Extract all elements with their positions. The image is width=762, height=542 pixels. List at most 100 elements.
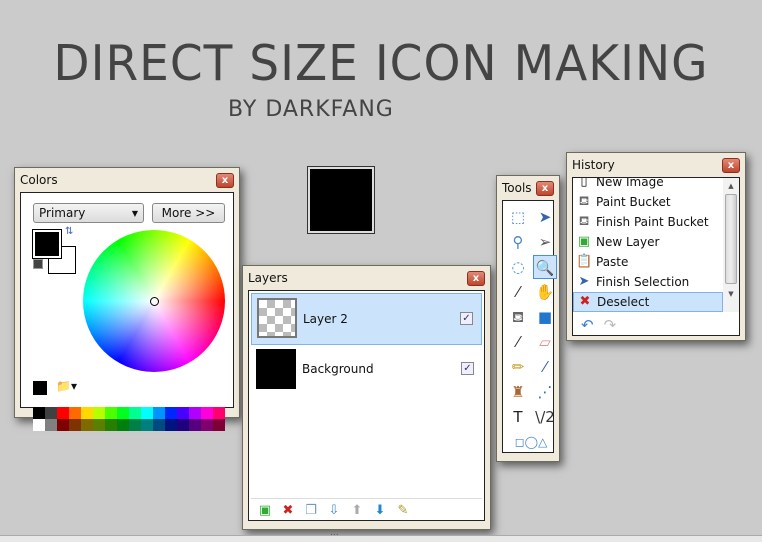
reset-colors-icon[interactable] — [33, 259, 43, 269]
palette-swatch[interactable] — [93, 419, 105, 431]
primary-color-swatch[interactable] — [32, 229, 62, 259]
palette-swatch[interactable] — [177, 407, 189, 419]
palette-swatch[interactable] — [129, 407, 141, 419]
palette-swatch[interactable] — [201, 407, 213, 419]
history-item-selected[interactable]: ✖ Deselect — [573, 292, 723, 312]
color-wheel-cursor[interactable] — [150, 297, 159, 306]
palette-swatch[interactable] — [45, 407, 57, 419]
layer-row[interactable]: Background ✓ — [251, 347, 482, 399]
palette-swatch[interactable] — [69, 407, 81, 419]
more-button[interactable]: More >> — [152, 203, 225, 223]
palette-swatch[interactable] — [189, 419, 201, 431]
resize-grip[interactable]: ... — [330, 528, 339, 538]
duplicate-layer-icon[interactable]: ❐ — [303, 503, 319, 519]
eraser-tool-icon[interactable]: ▱ — [533, 330, 557, 354]
palette-swatch[interactable] — [81, 407, 93, 419]
paint-bucket-tool-icon[interactable]: ⛾ — [506, 305, 530, 329]
palette-swatch[interactable] — [105, 407, 117, 419]
add-layer-icon[interactable]: ▣ — [257, 503, 273, 519]
close-icon[interactable]: x — [722, 157, 740, 173]
recolor-tool-icon[interactable]: ⋰ — [533, 380, 557, 404]
palette-menu-icon[interactable]: 📁▾ — [56, 379, 77, 393]
palette-swatch[interactable] — [57, 419, 69, 431]
palette-swatch[interactable] — [33, 407, 45, 419]
palette-swatch[interactable] — [213, 407, 225, 419]
lasso-select-tool-icon[interactable]: ⚲ — [506, 230, 530, 254]
history-item[interactable]: ▣ New Layer — [573, 232, 723, 252]
image-canvas[interactable] — [308, 167, 374, 233]
palette-swatch[interactable] — [153, 407, 165, 419]
history-item[interactable]: ▯ New Image — [573, 178, 723, 192]
palette-swatch[interactable] — [45, 419, 57, 431]
palette-swatch[interactable] — [93, 407, 105, 419]
ellipse-select-tool-icon[interactable]: ◌ — [506, 255, 530, 279]
swap-colors-icon[interactable]: ⇅ — [65, 226, 73, 237]
pencil-tool-icon[interactable]: ✏ — [506, 355, 530, 379]
line-curve-tool-icon[interactable]: \/2 — [533, 405, 557, 429]
move-selection-tool-icon[interactable]: ➤ — [533, 205, 557, 229]
paintbrush-tool-icon[interactable]: ⁄ — [506, 330, 530, 354]
palette-swatch[interactable] — [69, 419, 81, 431]
scroll-thumb[interactable] — [725, 194, 737, 284]
history-title: History — [572, 158, 615, 172]
move-selected-tool-icon[interactable]: ➢ — [533, 230, 557, 254]
layer-thumbnail — [256, 349, 296, 389]
gradient-tool-icon[interactable]: ■ — [533, 305, 557, 329]
clone-stamp-tool-icon[interactable]: ♜ — [506, 380, 530, 404]
move-layer-up-icon[interactable]: ⬆ — [349, 503, 365, 519]
shapes-tool-icon[interactable]: ◻◯△ — [511, 430, 551, 454]
close-icon[interactable]: x — [536, 180, 554, 196]
move-layer-down-icon[interactable]: ⬇ — [372, 503, 388, 519]
layer-thumbnail — [257, 298, 297, 338]
color-mode-select[interactable]: Primary ▼ — [33, 203, 144, 223]
palette-swatch[interactable] — [153, 419, 165, 431]
palette-swatch[interactable] — [141, 419, 153, 431]
layers-window: Layers x Layer 2 ✓ Background ✓ ▣ ✖ ❐ ⇩ ⬆… — [242, 265, 491, 530]
history-item[interactable]: ⛾ Paint Bucket — [573, 192, 723, 212]
close-icon[interactable]: x — [467, 270, 485, 286]
palette-swatch[interactable] — [165, 407, 177, 419]
layer-visible-checkbox[interactable]: ✓ — [460, 312, 473, 325]
palette-swatch[interactable] — [201, 419, 213, 431]
history-item[interactable]: 📋 Paste — [573, 252, 723, 272]
palette-swatch[interactable] — [33, 419, 45, 431]
paint-bucket-icon: ⛾ — [578, 194, 590, 209]
tools-window: Tools x ⬚ ➤ ⚲ ➢ ◌ 🔍 ⁄ ✋ ⛾ ■ ⁄ ▱ ✏ ⁄ ♜ ⋰ T \/2 ◻◯△ — [496, 175, 560, 462]
redo-icon[interactable]: ↷ — [604, 316, 617, 334]
history-item[interactable]: ⛾ Finish Paint Bucket — [573, 212, 723, 232]
palette-swatch[interactable] — [177, 419, 189, 431]
layers-title: Layers — [248, 271, 288, 285]
history-item-label: Deselect — [597, 295, 650, 309]
rectangle-select-tool-icon[interactable]: ⬚ — [506, 205, 530, 229]
palette-swatch[interactable] — [57, 407, 69, 419]
history-scrollbar[interactable]: ▲ ▼ — [723, 178, 739, 312]
close-icon[interactable]: x — [216, 172, 234, 188]
undo-icon[interactable]: ↶ — [581, 316, 594, 334]
palette-swatch[interactable] — [117, 407, 129, 419]
palette-swatch[interactable] — [165, 419, 177, 431]
color-picker-tool-icon[interactable]: ⁄ — [533, 355, 557, 379]
scroll-up-icon[interactable]: ▲ — [723, 178, 739, 194]
history-item-label: Finish Selection — [596, 275, 690, 289]
delete-layer-icon[interactable]: ✖ — [280, 503, 296, 519]
magic-wand-tool-icon[interactable]: ⁄ — [506, 280, 530, 304]
palette-swatch[interactable] — [213, 419, 225, 431]
scroll-down-icon[interactable]: ▼ — [723, 284, 739, 300]
layer-properties-icon[interactable]: ✎ — [395, 503, 411, 519]
palette-swatch[interactable] — [129, 419, 141, 431]
status-bar: ... — [0, 528, 762, 542]
layer-row[interactable]: Layer 2 ✓ — [251, 293, 482, 345]
add-to-palette-icon[interactable] — [33, 381, 47, 395]
palette-swatch[interactable] — [81, 419, 93, 431]
history-item-label: Finish Paint Bucket — [596, 215, 709, 229]
layer-visible-checkbox[interactable]: ✓ — [461, 362, 474, 375]
palette-swatch[interactable] — [117, 419, 129, 431]
palette-swatch[interactable] — [189, 407, 201, 419]
text-tool-icon[interactable]: T — [506, 405, 530, 429]
pan-tool-icon[interactable]: ✋ — [533, 280, 557, 304]
palette-swatch[interactable] — [141, 407, 153, 419]
history-item[interactable]: ➤ Finish Selection — [573, 272, 723, 292]
palette-swatch[interactable] — [105, 419, 117, 431]
merge-layer-down-icon[interactable]: ⇩ — [326, 503, 342, 519]
zoom-tool-icon[interactable]: 🔍 — [533, 255, 557, 279]
